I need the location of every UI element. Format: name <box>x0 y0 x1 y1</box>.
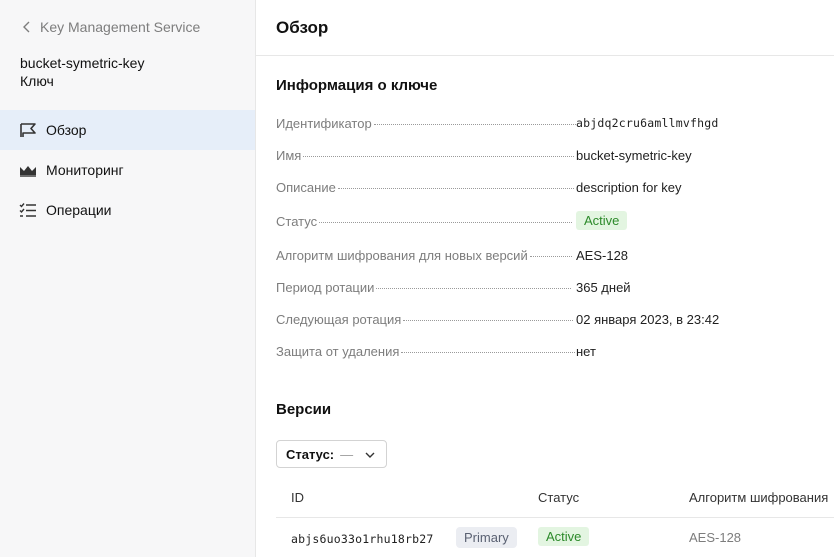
dot-leader <box>319 222 573 223</box>
info-row-status: Статус Active <box>276 211 834 232</box>
dot-leader <box>403 320 574 321</box>
key-status-value: Active <box>576 211 628 230</box>
filter-label: Статус: <box>286 446 335 462</box>
info-row-deletion-protection: Защита от удаления нет <box>276 344 834 362</box>
info-row-algorithm: Алгоритм шифрования для новых версий AES… <box>276 248 834 266</box>
resource-type: Ключ <box>20 73 54 89</box>
column-header-id[interactable]: ID <box>291 490 304 505</box>
info-label: Статус <box>276 214 318 229</box>
primary-badge-cell: Primary <box>456 527 517 548</box>
key-rotation-period-value: 365 дней <box>576 280 631 295</box>
back-to-service-link[interactable]: Key Management Service <box>20 19 200 35</box>
dot-leader <box>337 188 574 189</box>
info-row-description: Описание description for key <box>276 180 834 198</box>
list-check-icon <box>19 201 37 219</box>
filter-value: — <box>340 446 354 462</box>
page-header: Обзор <box>256 0 834 56</box>
main-content: Обзор Информация о ключе Идентификатор a… <box>256 0 834 557</box>
back-link-label: Key Management Service <box>40 19 201 35</box>
chevron-down-icon <box>365 452 375 458</box>
info-row-rotation-period: Период ротации 365 дней <box>276 280 834 298</box>
info-label: Защита от удаления <box>276 344 400 359</box>
sidebar-item-label: Операции <box>46 202 112 218</box>
key-id-value: abjdq2cru6amllmvfhgd <box>576 116 719 130</box>
info-label: Описание <box>276 180 336 195</box>
info-label: Период ротации <box>276 280 375 295</box>
sidebar-item-label: Мониторинг <box>46 162 124 178</box>
key-name-value: bucket-symetric-key <box>576 148 692 163</box>
chevron-left-icon <box>23 21 30 33</box>
sidebar-item-operations[interactable]: Операции <box>0 190 255 230</box>
chart-icon <box>19 161 37 179</box>
sidebar-nav: Обзор Мониторинг Операции <box>0 110 255 230</box>
sidebar: Key Management Service bucket-symetric-k… <box>0 0 256 557</box>
info-label: Следующая ротация <box>276 312 402 327</box>
info-label: Алгоритм шифрования для новых версий <box>276 248 528 263</box>
dot-leader <box>376 288 572 289</box>
key-info-title: Информация о ключе <box>276 77 438 94</box>
page-title: Обзор <box>276 17 329 37</box>
column-header-status[interactable]: Статус <box>538 490 579 505</box>
resource-name: bucket-symetric-key <box>20 55 145 71</box>
sidebar-item-overview[interactable]: Обзор <box>0 110 255 150</box>
info-row-id: Идентификатор abjdq2cru6amllmvfhgd <box>276 116 834 134</box>
versions-table-header: ID Статус Алгоритм шифрования <box>276 478 834 518</box>
key-deletion-protection-value: нет <box>576 344 596 359</box>
key-next-rotation-value: 02 января 2023, в 23:42 <box>576 312 720 327</box>
dot-leader <box>401 352 576 353</box>
dot-leader <box>303 156 575 157</box>
column-header-algorithm[interactable]: Алгоритм шифрования <box>689 490 828 505</box>
table-row[interactable]: abjs6uo33o1rhu18rb27 Primary Active AES-… <box>276 519 834 557</box>
flag-icon <box>19 121 37 139</box>
version-algorithm: AES-128 <box>689 530 742 545</box>
versions-title: Версии <box>276 401 332 418</box>
version-id: abjs6uo33o1rhu18rb27 <box>291 532 434 546</box>
key-algorithm-value: AES-128 <box>576 248 629 263</box>
primary-badge: Primary <box>456 527 517 548</box>
status-filter-select[interactable]: Статус: — <box>276 440 387 468</box>
key-description-value: description for key <box>576 180 682 195</box>
info-row-name: Имя bucket-symetric-key <box>276 148 834 166</box>
version-status-cell: Active <box>538 527 590 546</box>
info-label: Имя <box>276 148 302 163</box>
info-label: Идентификатор <box>276 116 372 131</box>
status-badge: Active <box>576 211 628 230</box>
dot-leader <box>529 256 572 257</box>
status-badge: Active <box>538 527 590 546</box>
info-row-next-rotation: Следующая ротация 02 января 2023, в 23:4… <box>276 312 834 330</box>
sidebar-item-monitoring[interactable]: Мониторинг <box>0 150 255 190</box>
dot-leader <box>373 124 576 125</box>
sidebar-item-label: Обзор <box>46 122 87 138</box>
